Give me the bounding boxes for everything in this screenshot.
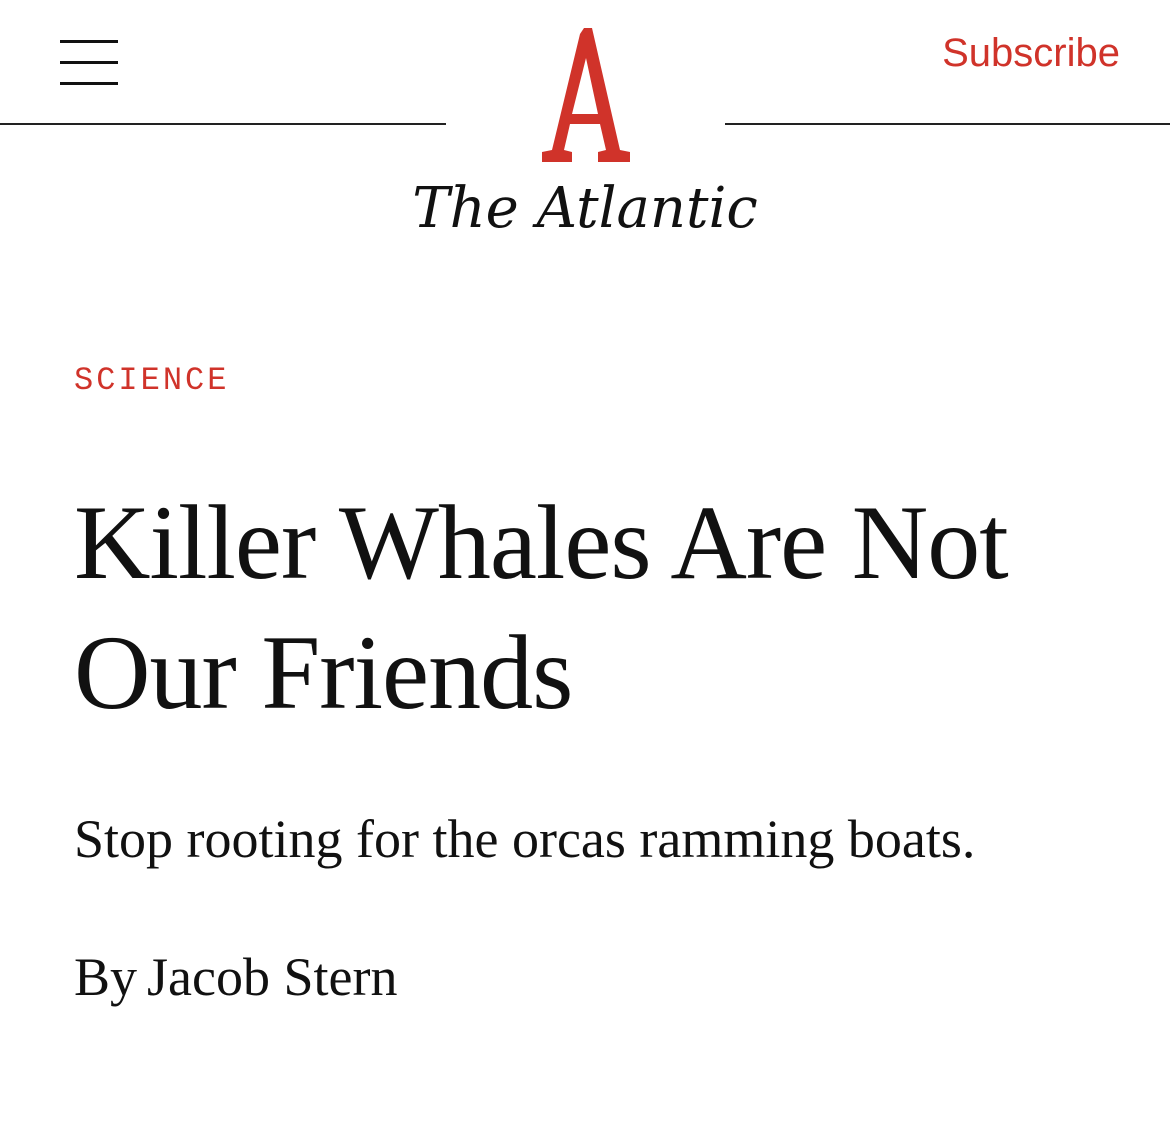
- atlantic-a-logo-icon: [542, 28, 630, 162]
- site-logo-link[interactable]: The Atlantic: [400, 20, 770, 250]
- subscribe-link[interactable]: Subscribe: [942, 30, 1120, 76]
- section-label-link[interactable]: SCIENCE: [74, 362, 229, 400]
- menu-button[interactable]: [58, 38, 122, 88]
- author-link[interactable]: Jacob Stern: [147, 947, 397, 1007]
- site-header: The Atlantic Subscribe: [0, 0, 1170, 260]
- byline-prefix: By: [74, 947, 138, 1007]
- header-divider-left: [0, 123, 446, 125]
- header-divider-right: [725, 123, 1170, 125]
- article-dek: Stop rooting for the orcas ramming boats…: [74, 809, 976, 869]
- site-wordmark: The Atlantic: [412, 176, 758, 241]
- article-headline: Killer Whales Are Not Our Friends: [74, 484, 1009, 731]
- article-byline: By Jacob Stern: [74, 944, 397, 1010]
